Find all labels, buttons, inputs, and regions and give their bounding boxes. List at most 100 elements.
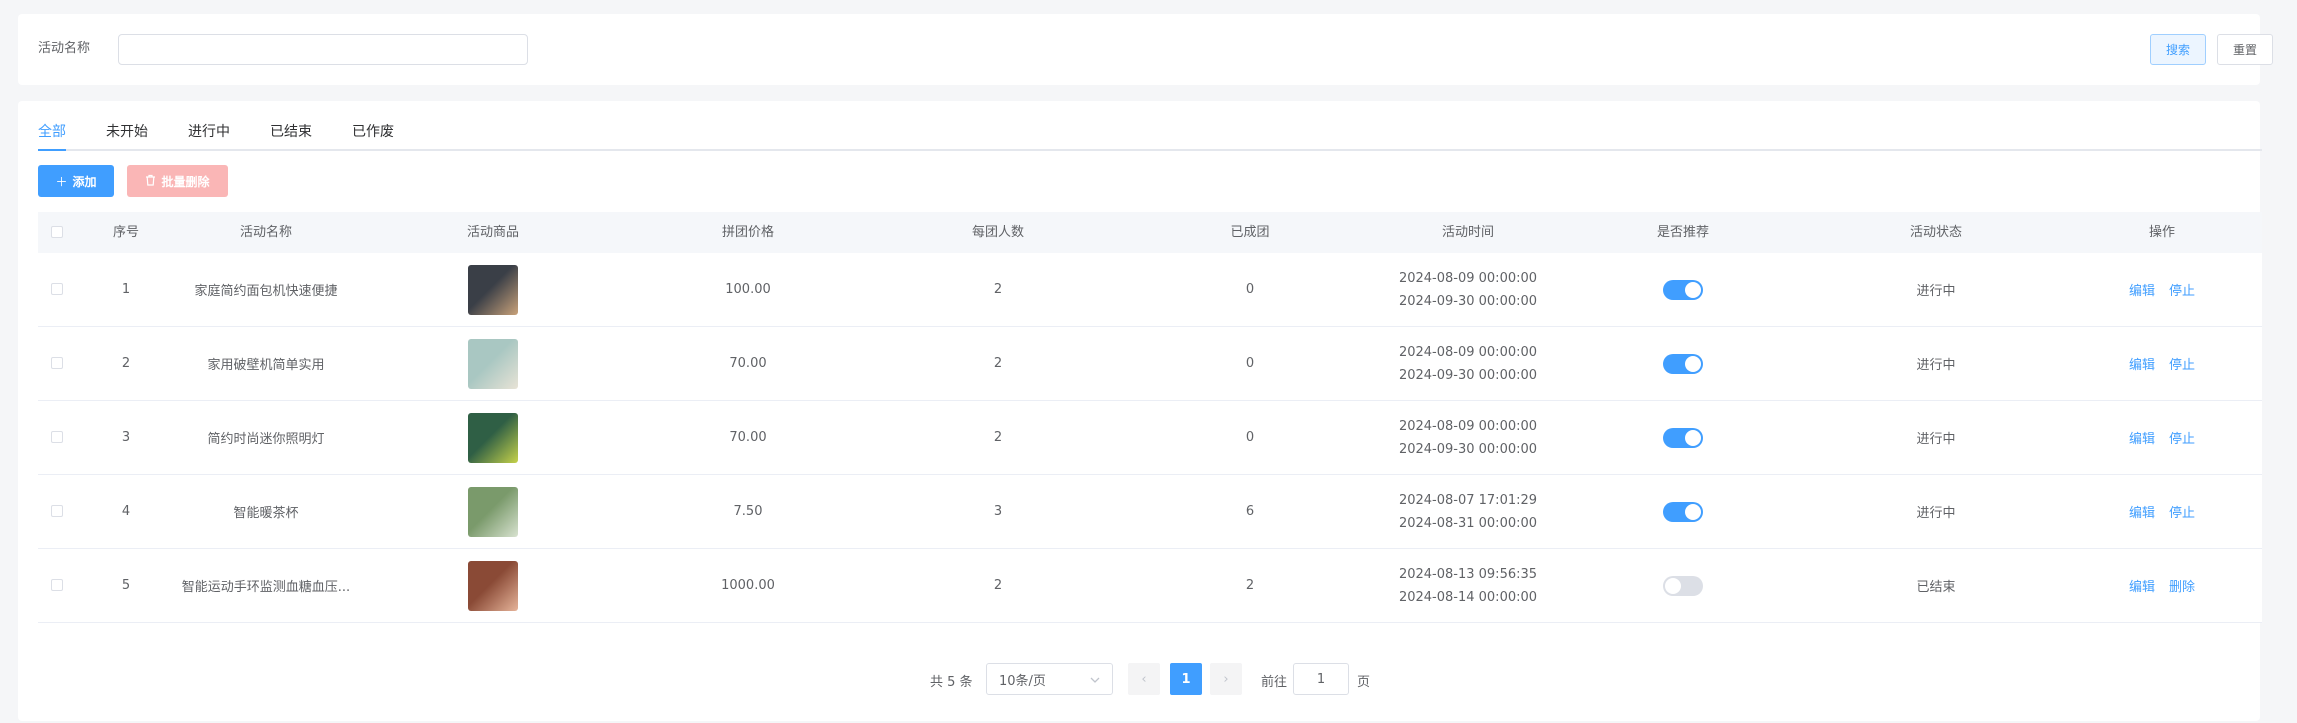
recommend-toggle[interactable]	[1663, 427, 1703, 448]
table-row: 4 智能暖茶杯 7.50 3 6 2024-08-07 17:01:29 202…	[38, 475, 2262, 549]
row-formed: 6	[1245, 504, 1255, 519]
goto-label: 前往	[1261, 675, 1288, 690]
row-formed: 0	[1245, 282, 1255, 297]
row-end-time: 2024-08-31 00:00:00	[1398, 515, 1538, 531]
product-thumbnail	[468, 486, 518, 537]
row-checkbox[interactable]	[51, 505, 63, 517]
product-thumbnail	[468, 264, 518, 315]
table-row: 2 家用破壁机简单实用 70.00 2 0 2024-08-09 00:00:0…	[38, 327, 2262, 401]
select-all-checkbox[interactable]	[51, 226, 63, 238]
delete-link[interactable]: 删除	[2169, 576, 2195, 595]
table-row: 3 简约时尚迷你照明灯 70.00 2 0 2024-08-09 00:00:0…	[38, 401, 2262, 475]
row-activity-name: 智能运动手环监测血糖血压...	[181, 580, 351, 595]
recommend-toggle[interactable]	[1663, 353, 1703, 374]
table-row: 5 智能运动手环监测血糖血压... 1000.00 2 2 2024-08-13…	[38, 549, 2262, 623]
tab-voided[interactable]: 已作废	[352, 121, 394, 141]
row-actions: 编辑 停止	[2122, 253, 2202, 326]
reset-button[interactable]: 重置	[2217, 34, 2273, 65]
prev-page-button[interactable]: ‹	[1128, 663, 1160, 695]
chevron-right-icon: ›	[1223, 671, 1229, 687]
table-header: 序号 活动名称 活动商品 拼团价格 每团人数 已成团 活动时间 是否推荐 活动状…	[38, 212, 2262, 254]
row-start-time: 2024-08-09 00:00:00	[1398, 418, 1538, 434]
page-size-select[interactable]: 10条/页	[986, 663, 1113, 695]
row-group-size: 2	[993, 282, 1003, 297]
row-recommend-cell	[1663, 475, 1703, 548]
col-group-size: 每团人数	[971, 225, 1025, 240]
bulk-delete-button[interactable]: 批量删除	[127, 165, 228, 197]
stop-link[interactable]: 停止	[2169, 354, 2195, 373]
row-time: 2024-08-13 09:56:35 2024-08-14 00:00:00	[1399, 549, 1537, 622]
row-activity-name: 家庭简约面包机快速便捷	[194, 284, 338, 299]
search-button[interactable]: 搜索	[2150, 34, 2206, 65]
bulk-delete-label: 批量删除	[161, 174, 210, 189]
product-thumbnail	[468, 560, 518, 611]
recommend-toggle[interactable]	[1663, 279, 1703, 300]
row-index: 3	[121, 430, 131, 445]
col-recommended: 是否推荐	[1656, 225, 1710, 240]
edit-link[interactable]: 编辑	[2129, 280, 2155, 299]
next-page-button[interactable]: ›	[1210, 663, 1242, 695]
row-time: 2024-08-09 00:00:00 2024-09-30 00:00:00	[1399, 401, 1537, 474]
row-recommend-cell	[1663, 401, 1703, 474]
recommend-toggle[interactable]	[1663, 501, 1703, 522]
edit-link[interactable]: 编辑	[2129, 354, 2155, 373]
activity-name-input[interactable]	[118, 34, 528, 65]
edit-link[interactable]: 编辑	[2129, 576, 2155, 595]
stop-link[interactable]: 停止	[2169, 502, 2195, 521]
row-checkbox[interactable]	[51, 431, 63, 443]
goto-page-input[interactable]: 1	[1293, 663, 1349, 695]
row-start-time: 2024-08-13 09:56:35	[1398, 566, 1538, 582]
row-activity-name: 智能暖茶杯	[233, 506, 299, 521]
tab-ended[interactable]: 已结束	[270, 121, 312, 141]
recommend-toggle[interactable]	[1663, 575, 1703, 596]
row-price: 7.50	[733, 504, 763, 519]
col-status: 活动状态	[1909, 225, 1963, 240]
trash-icon	[145, 174, 156, 189]
col-actions: 操作	[2148, 225, 2176, 240]
row-index: 4	[121, 504, 131, 519]
row-price: 1000.00	[721, 578, 775, 593]
row-time: 2024-08-09 00:00:00 2024-09-30 00:00:00	[1399, 253, 1537, 326]
row-checkbox[interactable]	[51, 579, 63, 591]
edit-link[interactable]: 编辑	[2129, 502, 2155, 521]
row-checkbox[interactable]	[51, 283, 63, 295]
row-time: 2024-08-09 00:00:00 2024-09-30 00:00:00	[1399, 327, 1537, 400]
page-suffix-label: 页	[1357, 675, 1371, 690]
product-thumbnail	[468, 338, 518, 389]
stop-link[interactable]: 停止	[2169, 280, 2195, 299]
page-number-current[interactable]: 1	[1170, 663, 1202, 695]
row-formed: 2	[1245, 578, 1255, 593]
plus-icon: ＋	[55, 174, 68, 189]
tab-all-label: 全部	[38, 124, 66, 140]
row-product-cell	[468, 401, 518, 474]
row-start-time: 2024-08-07 17:01:29	[1398, 492, 1538, 508]
row-checkbox[interactable]	[51, 357, 63, 369]
row-product-cell	[468, 475, 518, 548]
row-price: 70.00	[729, 430, 767, 445]
row-index: 5	[121, 578, 131, 593]
row-status: 进行中	[1916, 358, 1956, 373]
col-product: 活动商品	[466, 225, 520, 240]
chevron-left-icon: ‹	[1141, 671, 1147, 687]
row-actions: 编辑 停止	[2122, 327, 2202, 400]
product-thumbnail	[468, 412, 518, 463]
row-end-time: 2024-09-30 00:00:00	[1398, 367, 1538, 383]
row-activity-name: 简约时尚迷你照明灯	[207, 432, 325, 447]
tab-all[interactable]: 全部	[38, 121, 66, 141]
row-recommend-cell	[1663, 253, 1703, 326]
row-formed: 0	[1245, 430, 1255, 445]
col-formed: 已成团	[1230, 225, 1270, 240]
row-group-size: 2	[993, 578, 1003, 593]
row-product-cell	[468, 253, 518, 326]
add-button-label: 添加	[72, 174, 97, 189]
edit-link[interactable]: 编辑	[2129, 428, 2155, 447]
row-formed: 0	[1245, 356, 1255, 371]
stop-link[interactable]: 停止	[2169, 428, 2195, 447]
add-button[interactable]: ＋ 添加	[38, 165, 114, 197]
row-price: 70.00	[729, 356, 767, 371]
tab-in-progress[interactable]: 进行中	[188, 121, 230, 141]
table-row: 1 家庭简约面包机快速便捷 100.00 2 0 2024-08-09 00:0…	[38, 253, 2262, 327]
tab-not-started[interactable]: 未开始	[106, 121, 148, 141]
row-recommend-cell	[1663, 327, 1703, 400]
row-index: 1	[121, 282, 131, 297]
